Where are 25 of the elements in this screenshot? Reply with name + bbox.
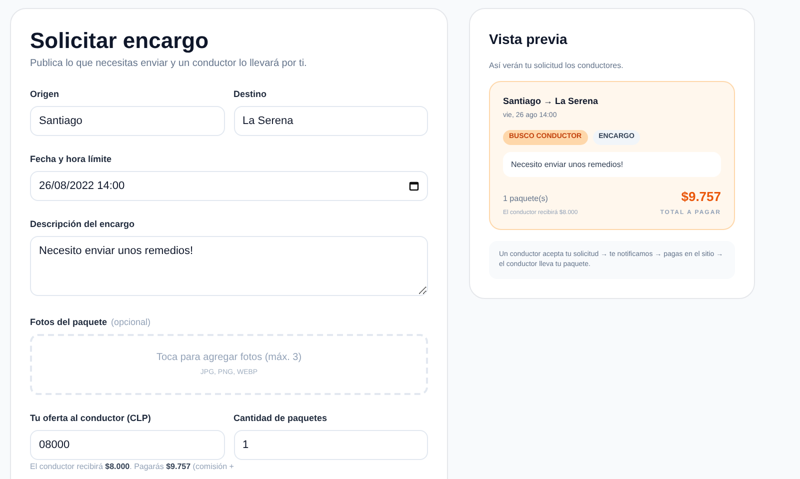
datetime-field[interactable]: 26/08/2022 14:00 — [30, 171, 428, 201]
origin-field[interactable]: Santiago — [30, 106, 224, 136]
preview-title: Vista previa — [489, 30, 568, 49]
quantity-field[interactable]: 1 — [234, 430, 428, 460]
offer-field[interactable]: 08000 — [30, 430, 224, 460]
total-price: $9.757 — [681, 188, 721, 206]
destination-field[interactable]: La Serena — [234, 106, 428, 136]
field-label: Tu oferta al conductor (CLP) — [30, 412, 151, 426]
page-subtitle: Publica lo que necesitas enviar y un conductor lo llevará por ti. — [30, 57, 308, 71]
field-label: Destino — [234, 88, 267, 102]
description-field[interactable]: Necesito enviar unos remedios! — [30, 236, 428, 296]
route-title: Santiago → La Serena — [503, 95, 600, 108]
field-label: Origen — [30, 88, 60, 102]
field-label: Fotos del paquete — [30, 316, 108, 330]
package-count: 1 paquete(s) — [503, 192, 549, 204]
field-label: Descripción del encargo — [30, 218, 135, 232]
request-note: Necesito enviar unos remedios! — [503, 152, 721, 177]
calendar-icon[interactable] — [409, 181, 419, 191]
preview-subtitle: Así verán tu solicitud los conductores. — [489, 60, 624, 72]
dropzone-prompt: Toca para agregar fotos (máx. 3) — [156, 351, 302, 366]
field-label: Cantidad de paquetes — [234, 412, 328, 426]
field-label: Fecha y hora límite — [30, 153, 112, 166]
page-title: Solicitar encargo — [30, 28, 210, 54]
optional-hint: (opcional) — [111, 316, 151, 330]
offer-help: El conductor recibirá $8.000. Pagarás $9.757 (comisión + — [30, 462, 234, 472]
